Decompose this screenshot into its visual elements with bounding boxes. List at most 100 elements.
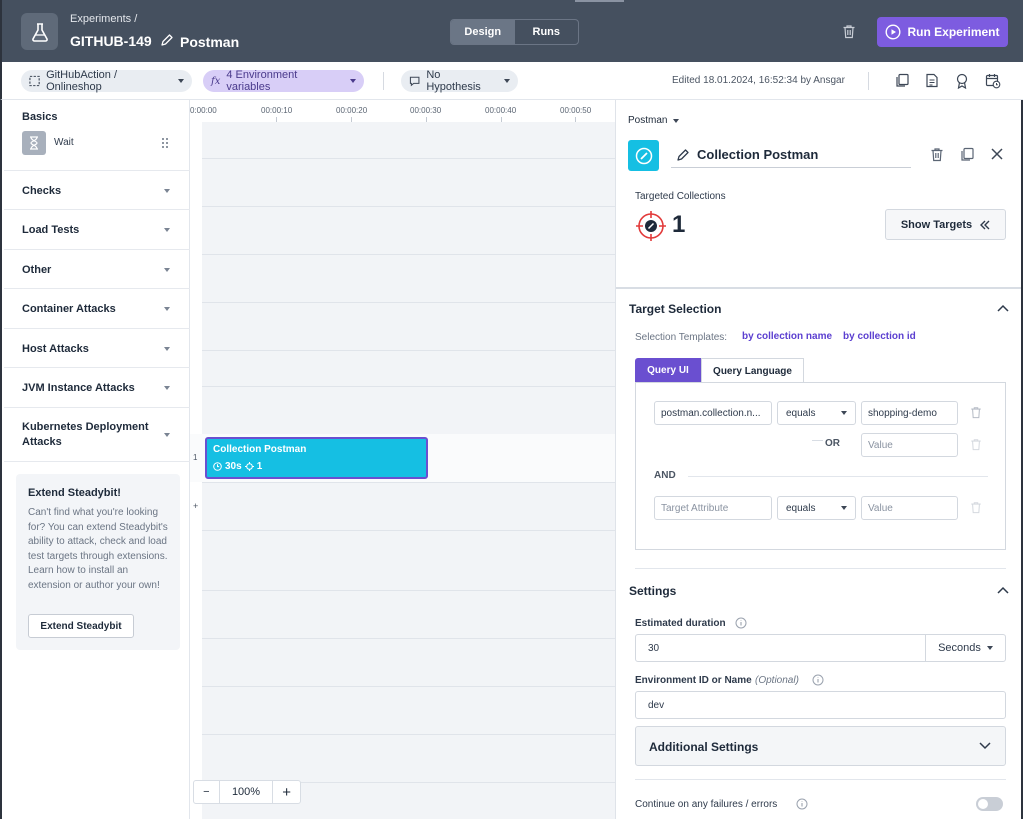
section-title: Host Attacks — [22, 343, 89, 355]
section-title: JVM Instance Attacks — [22, 382, 135, 394]
target-attribute-field[interactable]: Target Attribute — [654, 496, 772, 520]
estimated-duration-label: Estimated duration — [635, 618, 726, 629]
lane-number: 1 — [193, 453, 198, 462]
operator-label: equals — [786, 502, 816, 514]
duplicate-icon[interactable] — [895, 73, 910, 88]
step-type-dropdown[interactable]: Postman — [628, 115, 680, 126]
additional-settings-accordion[interactable]: Additional Settings — [635, 726, 1006, 766]
operator-select[interactable]: equals — [777, 401, 856, 425]
timeline-tick: 00:00:40 — [485, 106, 517, 115]
value-field[interactable]: shopping-demo — [861, 401, 958, 425]
continue-on-failure-toggle[interactable] — [976, 797, 1003, 811]
targeted-count: 1 — [672, 211, 686, 238]
timeline-tick: 00:00:30 — [410, 106, 442, 115]
sidebar-section-host-attacks[interactable]: Host Attacks — [4, 329, 190, 368]
collapse-chevron-up-icon[interactable] — [997, 304, 1009, 312]
timeline-ruler: 0:00:00 00:00:10 00:00:20 00:00:30 00:00… — [190, 100, 615, 122]
hypothesis-select[interactable]: No Hypothesis — [401, 69, 518, 93]
step-duration: 30s — [225, 461, 242, 472]
template-by-collection-id[interactable]: by collection id — [843, 331, 916, 342]
sidebar-section-jvm-attacks[interactable]: JVM Instance Attacks — [4, 368, 190, 408]
section-divider — [635, 779, 1006, 780]
document-icon[interactable] — [925, 73, 939, 88]
zoom-level: 100% — [220, 781, 274, 803]
drag-handle-icon[interactable] — [161, 137, 169, 149]
schedule-calendar-icon[interactable] — [985, 73, 1001, 89]
add-lane-button[interactable]: + — [193, 501, 198, 511]
chevron-down-icon — [986, 646, 993, 650]
tab-query-ui[interactable]: Query UI — [635, 358, 701, 383]
show-targets-button[interactable]: Show Targets — [885, 209, 1006, 240]
experiment-name[interactable]: Postman — [180, 34, 239, 50]
extend-steadybit-button[interactable]: Extend Steadybit — [28, 614, 134, 638]
and-line — [688, 476, 988, 477]
sidebar-item-wait[interactable]: Wait — [22, 131, 182, 155]
tab-query-language[interactable]: Query Language — [701, 358, 804, 383]
step-meta: 30s 1 — [213, 461, 262, 472]
comment-icon — [409, 76, 420, 87]
value-field[interactable]: Value — [861, 496, 958, 520]
info-icon[interactable] — [796, 798, 808, 810]
experiment-canvas[interactable]: 0:00:00 00:00:10 00:00:20 00:00:30 00:00… — [190, 100, 615, 819]
function-icon: fx — [211, 75, 221, 87]
chevron-down-icon — [673, 118, 680, 123]
sidebar-section-kubernetes-attacks[interactable]: Kubernetes Deployment Attacks — [4, 408, 190, 462]
duration-unit-select[interactable]: Seconds — [925, 634, 1006, 662]
duration-input[interactable]: 30 — [635, 634, 926, 662]
sidebar-section-other[interactable]: Other — [4, 250, 190, 289]
edit-name-pencil-icon[interactable] — [160, 33, 174, 47]
app-header: Experiments / GITHUB-149 Postman Design … — [0, 0, 1023, 62]
timeline-tick: 0:00:00 — [190, 106, 217, 115]
collapse-chevron-up-icon[interactable] — [997, 586, 1009, 594]
info-icon[interactable] — [735, 617, 747, 629]
section-title: Load Tests — [22, 224, 80, 236]
hypothesis-label: No Hypothesis — [426, 69, 481, 93]
play-circle-icon — [885, 24, 901, 40]
operator-select[interactable]: equals — [777, 496, 856, 520]
experiment-flask-icon — [21, 13, 58, 50]
step-title-field[interactable]: Collection Postman — [671, 146, 911, 168]
delete-condition-trash-icon[interactable] — [970, 501, 982, 514]
sidebar-section-container-attacks[interactable]: Container Attacks — [4, 289, 190, 329]
delete-experiment-trash-icon[interactable] — [842, 24, 856, 39]
operator-label: equals — [786, 407, 816, 419]
run-experiment-button[interactable]: Run Experiment — [877, 17, 1008, 47]
zoom-in-button[interactable]: + — [273, 781, 300, 803]
or-value-field[interactable]: Value — [861, 433, 958, 457]
chevron-down-icon — [164, 386, 170, 390]
close-icon[interactable] — [991, 148, 1003, 160]
chevron-down-icon — [164, 189, 170, 193]
environment-label: GitHubAction / Onlineshop — [46, 69, 118, 93]
settings-title: Settings — [629, 584, 677, 598]
chevron-down-icon — [164, 433, 170, 437]
sidebar-section-load-tests[interactable]: Load Tests — [4, 210, 190, 250]
delete-step-trash-icon[interactable] — [930, 147, 944, 162]
attribute-field[interactable]: postman.collection.n... — [654, 401, 772, 425]
section-title: Checks — [22, 185, 62, 197]
extend-description: Can't find what you're looking for? You … — [28, 507, 168, 591]
env-variables-label: 4 Environment variables — [226, 69, 298, 93]
info-icon[interactable] — [812, 674, 824, 686]
delete-condition-trash-icon[interactable] — [970, 406, 982, 419]
badge-icon[interactable] — [955, 73, 969, 89]
timeline-tick: 00:00:50 — [560, 106, 592, 115]
delete-condition-trash-icon[interactable] — [970, 438, 982, 451]
env-id-label: Environment ID or Name — [635, 675, 752, 686]
env-variables-button[interactable]: fx 4 Environment variables — [203, 69, 364, 93]
sidebar-section-checks[interactable]: Checks — [4, 171, 190, 210]
template-by-collection-name[interactable]: by collection name — [742, 331, 832, 342]
environment-select[interactable]: GitHubAction / Onlineshop — [21, 69, 192, 93]
breadcrumb[interactable]: Experiments / — [70, 13, 137, 25]
zoom-out-button[interactable]: − — [194, 781, 220, 803]
sidebar-section-basics: Basics Wait — [4, 100, 190, 171]
tab-design[interactable]: Design — [451, 20, 515, 44]
duration-unit-label: Seconds — [938, 642, 981, 654]
section-title: Other — [22, 264, 52, 276]
chevron-down-icon — [979, 742, 991, 750]
zoom-control: − 100% + — [193, 780, 301, 804]
step-collection-postman[interactable]: Collection Postman 30s 1 — [205, 437, 428, 479]
env-id-input[interactable]: dev — [635, 691, 1006, 719]
tab-runs[interactable]: Runs — [515, 20, 579, 44]
section-title: Container Attacks — [22, 303, 116, 315]
copy-step-icon[interactable] — [960, 147, 975, 162]
